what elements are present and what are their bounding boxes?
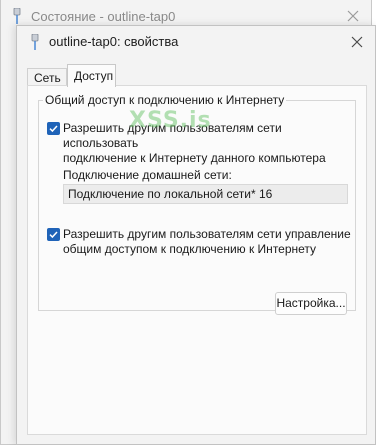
- close-icon[interactable]: [345, 8, 361, 24]
- allow-share-checkbox[interactable]: [47, 122, 60, 135]
- allow-share-label[interactable]: Разрешить другим пользователям сети испо…: [63, 121, 355, 166]
- tab-network[interactable]: Сеть: [27, 68, 67, 86]
- allow-control-label[interactable]: Разрешить другим пользователям сети упра…: [63, 227, 351, 257]
- home-network-field[interactable]: Подключение по локальной сети* 16: [63, 184, 348, 204]
- group-title: Общий доступ к подключению к Интернету: [43, 93, 287, 107]
- allow-control-label-line1: Разрешить другим пользователям сети упра…: [63, 227, 351, 241]
- settings-button[interactable]: Настройка...: [275, 292, 347, 315]
- allow-control-label-line2: общим доступом к подключению к Интернету: [63, 242, 317, 256]
- close-icon[interactable]: [349, 34, 365, 50]
- dialog-title: outline-tap0: свойства: [49, 34, 179, 49]
- network-adapter-icon: [31, 34, 39, 50]
- properties-dialog-titlebar[interactable]: outline-tap0: свойства: [17, 26, 375, 58]
- allow-share-label-line2: подключение к Интернету данного компьюте…: [63, 151, 326, 165]
- status-window-title: Состояние - outline-tap0: [31, 9, 176, 24]
- sharing-tab-panel: Общий доступ к подключению к Интернету Р…: [27, 85, 367, 435]
- properties-dialog: outline-tap0: свойства Сеть Доступ Общий…: [16, 25, 376, 445]
- checkmark-icon: [49, 231, 58, 239]
- internet-sharing-group: Общий доступ к подключению к Интернету Р…: [38, 93, 356, 315]
- tab-sharing[interactable]: Доступ: [67, 64, 116, 87]
- network-adapter-icon: [13, 8, 21, 24]
- checkmark-icon: [49, 125, 58, 133]
- allow-control-checkbox[interactable]: [47, 228, 60, 241]
- home-network-label: Подключение домашней сети:: [63, 168, 232, 182]
- allow-share-label-line1: Разрешить другим пользователям сети испо…: [63, 121, 282, 150]
